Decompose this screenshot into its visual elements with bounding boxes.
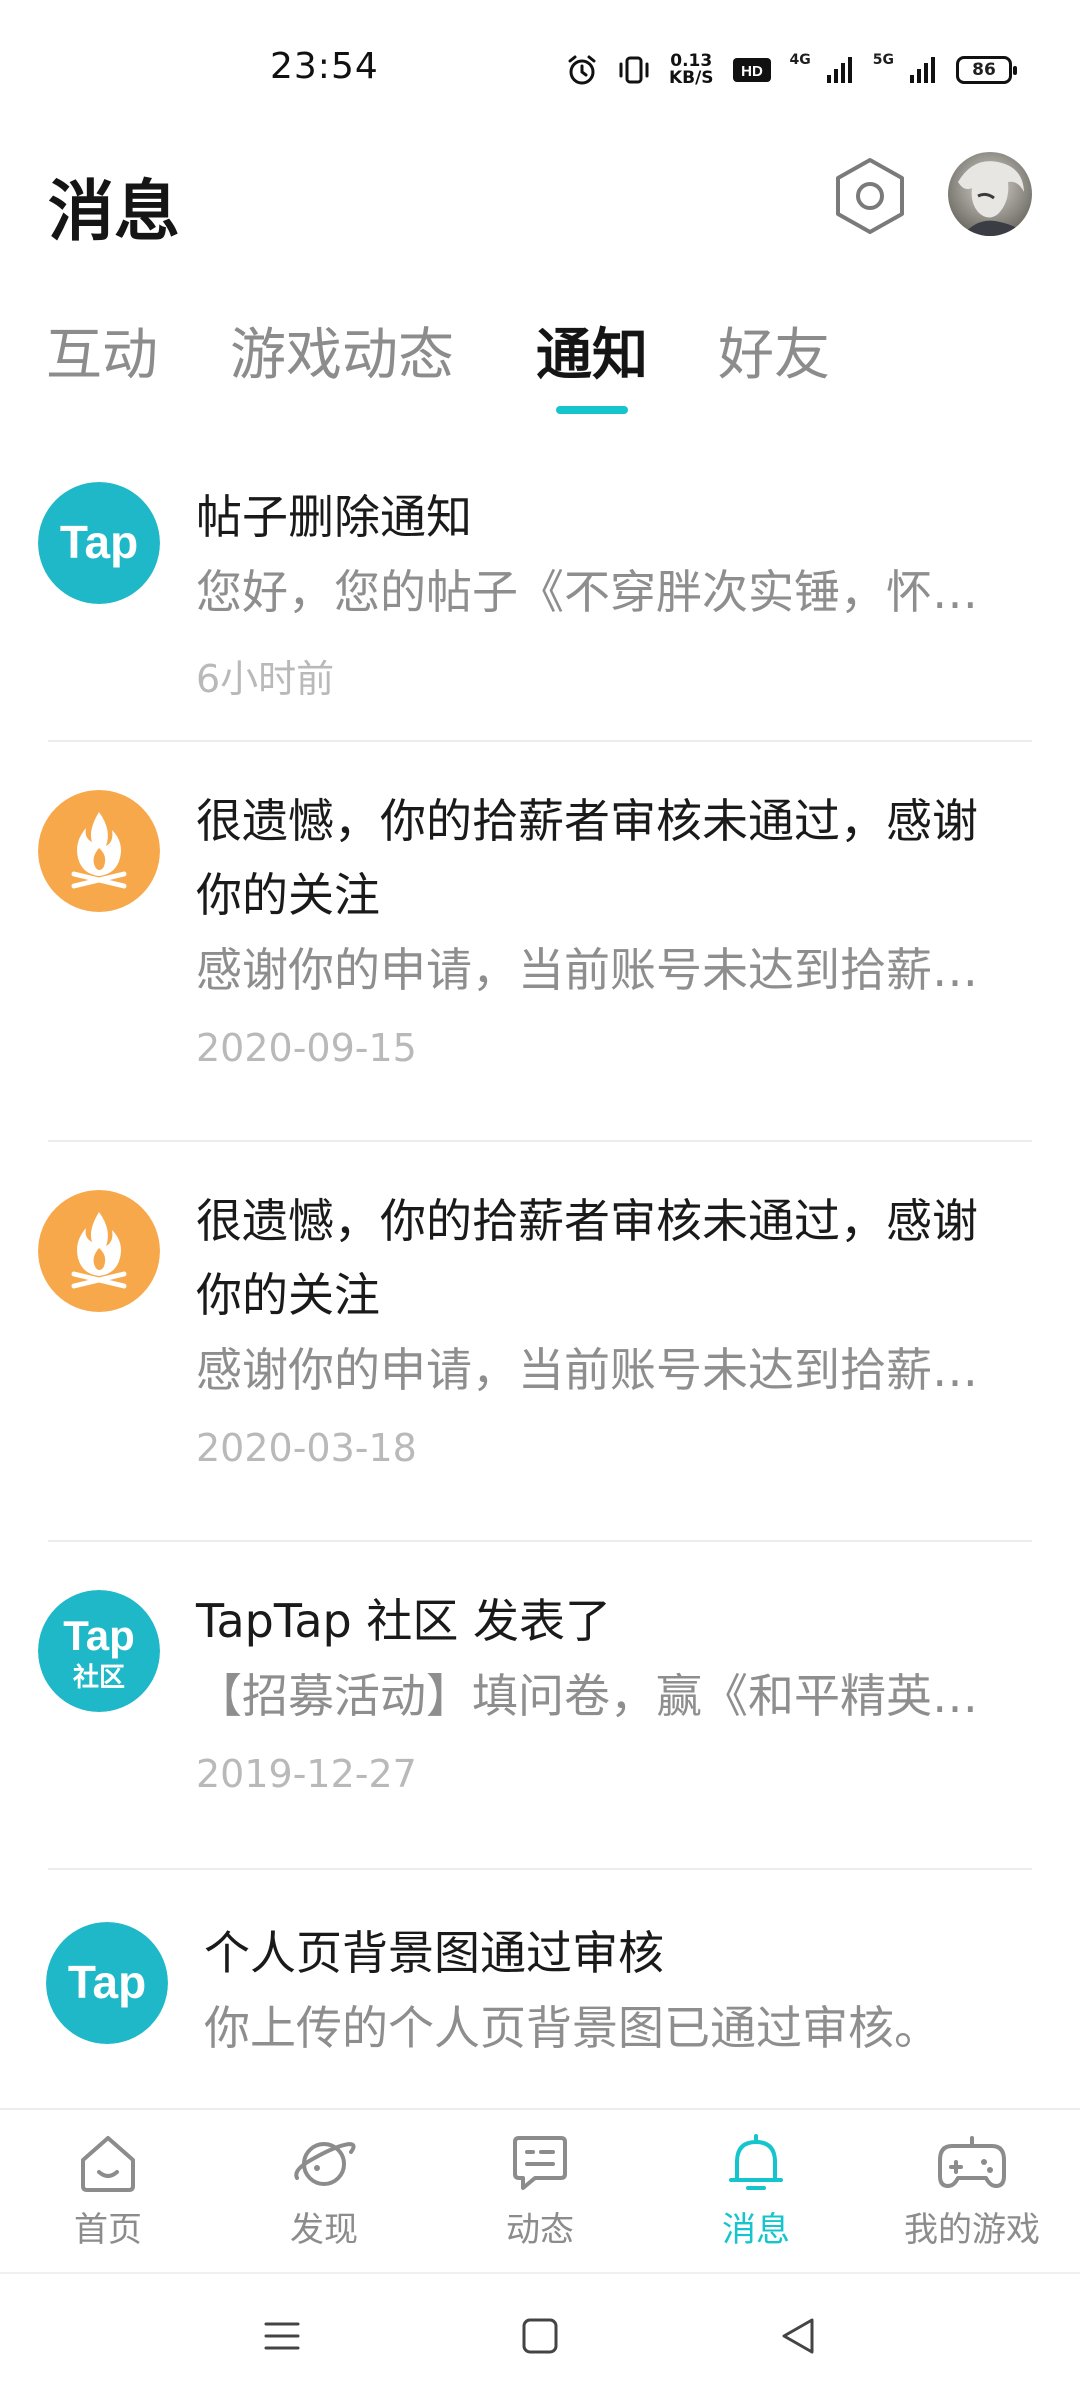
home-icon — [81, 2136, 135, 2192]
hd-icon: HD — [732, 58, 771, 82]
system-nav-bar — [0, 2272, 1080, 2400]
divider — [48, 1140, 1032, 1142]
taptap-logo-icon: Tap — [46, 1922, 168, 2044]
nav-feed[interactable]: 动态 — [450, 2130, 630, 2260]
notification-time: 2020-09-15 — [196, 1026, 417, 1070]
signal-icon — [826, 57, 852, 83]
notification-time: 2020-03-18 — [196, 1426, 417, 1470]
nav-label: 消息 — [722, 2210, 790, 2250]
notification-item[interactable]: 很遗憾，你的拾薪者审核未通过，感谢你的关注 感谢你的申请，当前账号未达到拾薪者申… — [0, 1160, 1080, 1540]
notification-title: 帖子删除通知 — [196, 490, 472, 544]
notification-body: 感谢你的申请，当前账号未达到拾薪者申请门槛 — [196, 1343, 1016, 1397]
home-button[interactable] — [520, 2316, 560, 2360]
svg-text:HD: HD — [741, 63, 763, 80]
tab-notifications[interactable]: 通知 — [536, 310, 648, 391]
notification-item[interactable]: Tap 帖子删除通知 您好，您的帖子《不穿胖次实锤，怀疑是穿 6小时前 — [0, 460, 1080, 740]
gamepad-icon — [938, 2136, 1006, 2188]
avatar[interactable] — [948, 152, 1032, 236]
back-triangle-icon — [782, 2318, 814, 2354]
notification-title: 个人页背景图通过审核 — [204, 1926, 664, 1980]
avatar-image — [948, 152, 1032, 236]
notification-time: 2019-12-27 — [196, 1752, 417, 1796]
status-time: 23:54 — [270, 46, 379, 87]
nav-label: 动态 — [506, 2210, 574, 2250]
taptap-community-icon: Tap 社区 — [38, 1590, 160, 1712]
notification-item[interactable]: Tap 社区 TapTap 社区 发表了 【招募活动】填问卷，赢《和平精英》周边… — [0, 1560, 1080, 1870]
svg-text:Tap: Tap — [68, 1956, 146, 2008]
nav-label: 发现 — [290, 2210, 358, 2250]
hexagon-gear-icon — [836, 158, 904, 234]
nav-label: 首页 — [74, 2210, 142, 2250]
signal2-label: 5G — [872, 52, 894, 68]
tab-bar: 互动 游戏动态 通知 好友 — [0, 310, 1080, 420]
planet-icon — [294, 2141, 356, 2186]
notification-body: 你上传的个人页背景图已通过审核。 — [204, 2001, 940, 2055]
battery-icon: 86 — [956, 56, 1017, 84]
page-title: 消息 — [48, 173, 180, 250]
notification-title: TapTap 社区 发表了 — [196, 1594, 611, 1648]
notification-item[interactable]: 很遗憾，你的拾薪者审核未通过，感谢你的关注 感谢你的申请，当前账号未达到拾薪者申… — [0, 760, 1080, 1140]
tab-friends[interactable]: 好友 — [718, 310, 830, 391]
square-icon — [522, 2318, 558, 2354]
taptap-logo-icon: Tap — [38, 482, 160, 604]
notification-item[interactable]: Tap 个人页背景图通过审核 你上传的个人页背景图已通过审核。 — [0, 1888, 1080, 2108]
notification-body: 【招募活动】填问卷，赢《和平精英》周边好礼 — [196, 1669, 1016, 1723]
notification-title: 很遗憾，你的拾薪者审核未通过，感谢你的关注 — [196, 1194, 978, 1322]
net-speed: 0.13 KB/S — [668, 51, 714, 88]
nav-my-games[interactable]: 我的游戏 — [882, 2130, 1062, 2260]
campfire-icon — [38, 1190, 160, 1312]
vibrate-icon — [619, 56, 649, 84]
nav-label: 我的游戏 — [904, 2210, 1040, 2250]
signal1-label: 4G — [789, 52, 811, 68]
campfire-icon — [38, 790, 160, 912]
signal-icon — [910, 57, 935, 83]
nav-home[interactable]: 首页 — [18, 2130, 198, 2260]
tab-game-updates[interactable]: 游戏动态 — [230, 310, 454, 391]
settings-button[interactable] — [832, 156, 908, 236]
notification-title: 很遗憾，你的拾薪者审核未通过，感谢你的关注 — [196, 794, 978, 922]
alarm-icon — [568, 55, 596, 85]
status-bar: 23:54 0.13 KB/S HD 4G 5G 86 — [0, 0, 1080, 140]
chat-icon — [513, 2136, 567, 2190]
svg-text:Tap: Tap — [60, 516, 138, 568]
svg-text:Tap: Tap — [63, 1612, 135, 1659]
divider — [48, 1540, 1032, 1542]
status-icons: 0.13 KB/S HD 4G 5G 86 — [565, 50, 1017, 90]
notification-time: 6小时前 — [196, 657, 335, 701]
tab-interaction[interactable]: 互动 — [46, 310, 158, 391]
active-tab-indicator — [556, 406, 628, 414]
divider — [48, 740, 1032, 742]
notification-body: 感谢你的申请，当前账号未达到拾薪者申请门槛 — [196, 943, 1016, 997]
nav-discover[interactable]: 发现 — [234, 2130, 414, 2260]
menu-icon — [264, 2322, 300, 2350]
recents-button[interactable] — [262, 2316, 302, 2360]
back-button[interactable] — [778, 2316, 818, 2360]
notification-body: 您好，您的帖子《不穿胖次实锤，怀疑是穿 — [196, 565, 1016, 619]
bell-icon — [729, 2134, 783, 2190]
svg-text:社区: 社区 — [73, 1662, 125, 1693]
bottom-nav: 首页 发现 动态 消息 我的游戏 — [0, 2108, 1080, 2270]
nav-messages[interactable]: 消息 — [666, 2130, 846, 2260]
divider — [48, 1868, 1032, 1870]
